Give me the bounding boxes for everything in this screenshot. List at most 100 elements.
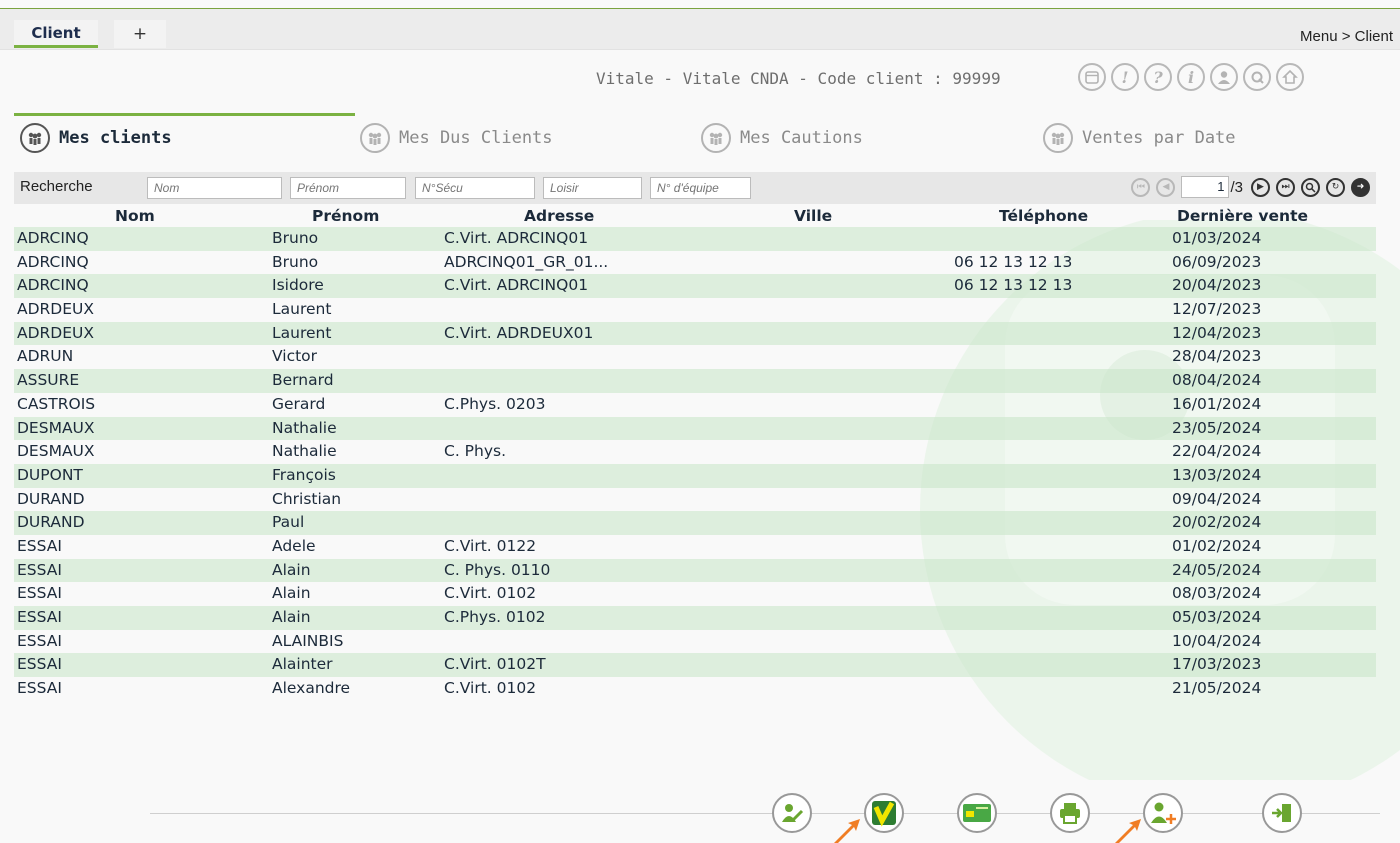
table-row[interactable]: DESMAUX Nathalie C. Phys. 22/04/2024 (14, 440, 1376, 464)
settings-icon[interactable] (1243, 63, 1271, 91)
cell-nom: DURAND (17, 489, 85, 508)
section-ventes-par-date[interactable]: Ventes par Date (1043, 123, 1236, 153)
col-header-telephone[interactable]: Téléphone (999, 207, 1088, 225)
cell-derniere-vente: 21/05/2024 (1172, 679, 1262, 698)
table-row[interactable]: ASSURE Bernard 08/04/2024 (14, 369, 1376, 393)
table-row[interactable]: ADRUN Victor 28/04/2023 (14, 345, 1376, 369)
cell-prenom: Gerard (272, 394, 326, 413)
cell-adresse: C.Virt. ADRDEUX01 (444, 323, 594, 342)
search-label: Recherche (20, 178, 93, 195)
search-equipe-input[interactable] (650, 177, 751, 199)
first-page-icon[interactable]: ⏮ (1131, 177, 1151, 197)
section-mes-dus-clients[interactable]: Mes Dus Clients (360, 123, 553, 153)
cell-derniere-vente: 28/04/2023 (1172, 347, 1262, 366)
table-row[interactable]: ADRDEUX Laurent 12/07/2023 (14, 298, 1376, 322)
cell-prenom: Bruno (272, 252, 319, 271)
table-row[interactable]: DUPONT François 13/03/2024 (14, 463, 1376, 488)
cell-prenom: Alain (272, 560, 311, 579)
cell-prenom: Alain (272, 608, 311, 626)
cell-derniere-vente: 10/04/2024 (1172, 631, 1262, 650)
table-row[interactable]: ESSAI ALAINBIS 10/04/2024 (14, 630, 1376, 654)
cell-nom: CASTROIS (17, 394, 96, 413)
cell-nom: ADRCINQ (17, 276, 89, 295)
add-client-button[interactable] (1143, 793, 1183, 833)
cell-derniere-vente: 08/03/2024 (1172, 584, 1262, 603)
search-nom-input[interactable] (147, 177, 282, 199)
edit-client-button[interactable] (772, 793, 812, 833)
section-mes-cautions[interactable]: Mes Cautions (701, 123, 863, 153)
table-row[interactable]: ADRDEUX Laurent C.Virt. ADRDEUX01 12/04/202… (14, 321, 1376, 346)
cell-derniere-vente: 20/02/2024 (1172, 513, 1262, 532)
info-icon[interactable]: i (1177, 63, 1205, 91)
cell-nom: ESSAI (17, 536, 62, 555)
table-row[interactable]: ESSAI Alain C.Phys. 0102 05/03/2024 (14, 606, 1376, 630)
cell-nom: ESSAI (17, 631, 62, 650)
cell-adresse: C. Phys. (444, 442, 507, 461)
cell-adresse: C.Virt. 0102T (444, 655, 546, 674)
search-bar: Recherche ⏮ ◀ 1 /3 ▶ ⏭ ↻ ➜ (14, 172, 1376, 204)
active-section-underline (14, 113, 355, 116)
table-row[interactable]: ESSAI Adele C.Virt. 0122 01/02/2024 (14, 535, 1376, 559)
calendar-icon[interactable] (1078, 63, 1106, 91)
search-loisir-input[interactable] (543, 177, 642, 199)
pagination: ⏮ ◀ 1 /3 ▶ ⏭ ↻ ➜ (1131, 176, 1370, 198)
cell-prenom: Isidore (272, 276, 324, 295)
table-row[interactable]: ESSAI Alexandre C.Virt. 0102 21/05/2024 (14, 677, 1376, 701)
vitale-card-button[interactable] (957, 793, 997, 833)
col-header-adresse[interactable]: Adresse (524, 207, 594, 225)
cell-prenom: François (272, 465, 336, 484)
help-icon[interactable]: ? (1144, 63, 1172, 91)
table-row[interactable]: CASTROIS Gerard C.Phys. 0203 16/01/2024 (14, 393, 1376, 417)
section-mes-clients[interactable]: Mes clients (20, 123, 172, 153)
cell-prenom: Bruno (272, 229, 319, 247)
table-row[interactable]: ADRCINQ Bruno ADRCINQ01_GR_01... 06 12 13 1… (14, 251, 1376, 275)
vitale-check-button[interactable] (864, 793, 904, 833)
cell-prenom: Alain (272, 584, 311, 603)
cell-adresse: C.Phys. 0102 (444, 608, 546, 626)
cell-prenom: Paul (272, 513, 305, 532)
cell-derniere-vente: 22/04/2024 (1172, 442, 1262, 461)
prev-page-icon[interactable]: ◀ (1156, 177, 1176, 197)
home-icon[interactable] (1276, 63, 1304, 91)
table-header: Nom Prénom Adresse Ville Téléphone Derni… (14, 207, 1376, 227)
next-page-icon[interactable]: ▶ (1251, 177, 1270, 197)
col-header-prenom[interactable]: Prénom (312, 207, 379, 225)
exit-button[interactable] (1262, 793, 1302, 833)
col-header-derniere-vente[interactable]: Dernière vente (1177, 207, 1308, 225)
people-icon (20, 123, 50, 153)
refresh-icon[interactable]: ↻ (1326, 177, 1345, 197)
user-icon[interactable] (1210, 63, 1238, 91)
table-row[interactable]: DESMAUX Nathalie 23/05/2024 (14, 416, 1376, 441)
col-header-ville[interactable]: Ville (794, 207, 832, 225)
table-row[interactable]: ESSAI Alainter C.Virt. 0102T 17/03/2023 (14, 653, 1376, 678)
table-body: ADRCINQ Bruno C.Virt. ADRCINQ01 01/03/2024 A… (14, 227, 1376, 701)
forward-icon[interactable]: ➜ (1351, 177, 1370, 197)
table-row[interactable]: ESSAI Alain C.Virt. 0102 08/03/2024 (14, 582, 1376, 606)
cell-nom: ADRCINQ (17, 252, 89, 271)
add-tab-button[interactable]: + (114, 20, 166, 48)
search-prenom-input[interactable] (290, 177, 406, 199)
cell-prenom: ALAINBIS (272, 631, 344, 650)
search-icon[interactable] (1301, 177, 1320, 197)
cell-prenom: Nathalie (272, 418, 337, 437)
search-secu-input[interactable] (415, 177, 535, 199)
cell-adresse: C.Virt. 0102 (444, 679, 537, 698)
cell-prenom: Alainter (272, 655, 333, 674)
print-button[interactable] (1050, 793, 1090, 833)
table-row[interactable]: ADRCINQ Bruno C.Virt. ADRCINQ01 01/03/2024 (14, 227, 1376, 251)
last-page-icon[interactable]: ⏭ (1276, 177, 1295, 197)
cell-adresse: C.Virt. 0102 (444, 584, 537, 603)
table-row[interactable]: ESSAI Alain C. Phys. 0110 24/05/2024 (14, 558, 1376, 583)
table-row[interactable]: ADRCINQ Isidore C.Virt. ADRCINQ01 06 12 13 … (14, 274, 1376, 299)
col-header-nom[interactable]: Nom (115, 207, 155, 225)
table-row[interactable]: DURAND Paul 20/02/2024 (14, 511, 1376, 535)
cell-nom: ADRUN (17, 347, 74, 366)
page-number-input[interactable]: 1 (1181, 176, 1230, 198)
cell-adresse: C.Virt. ADRCINQ01 (444, 276, 589, 295)
table-row[interactable]: DURAND Christian 09/04/2024 (14, 488, 1376, 512)
warning-icon[interactable]: ! (1111, 63, 1139, 91)
tab-client[interactable]: Client (14, 20, 98, 48)
page-total: /3 (1230, 178, 1243, 196)
cell-derniere-vente: 23/05/2024 (1172, 418, 1262, 437)
cell-derniere-vente: 17/03/2023 (1172, 655, 1262, 674)
